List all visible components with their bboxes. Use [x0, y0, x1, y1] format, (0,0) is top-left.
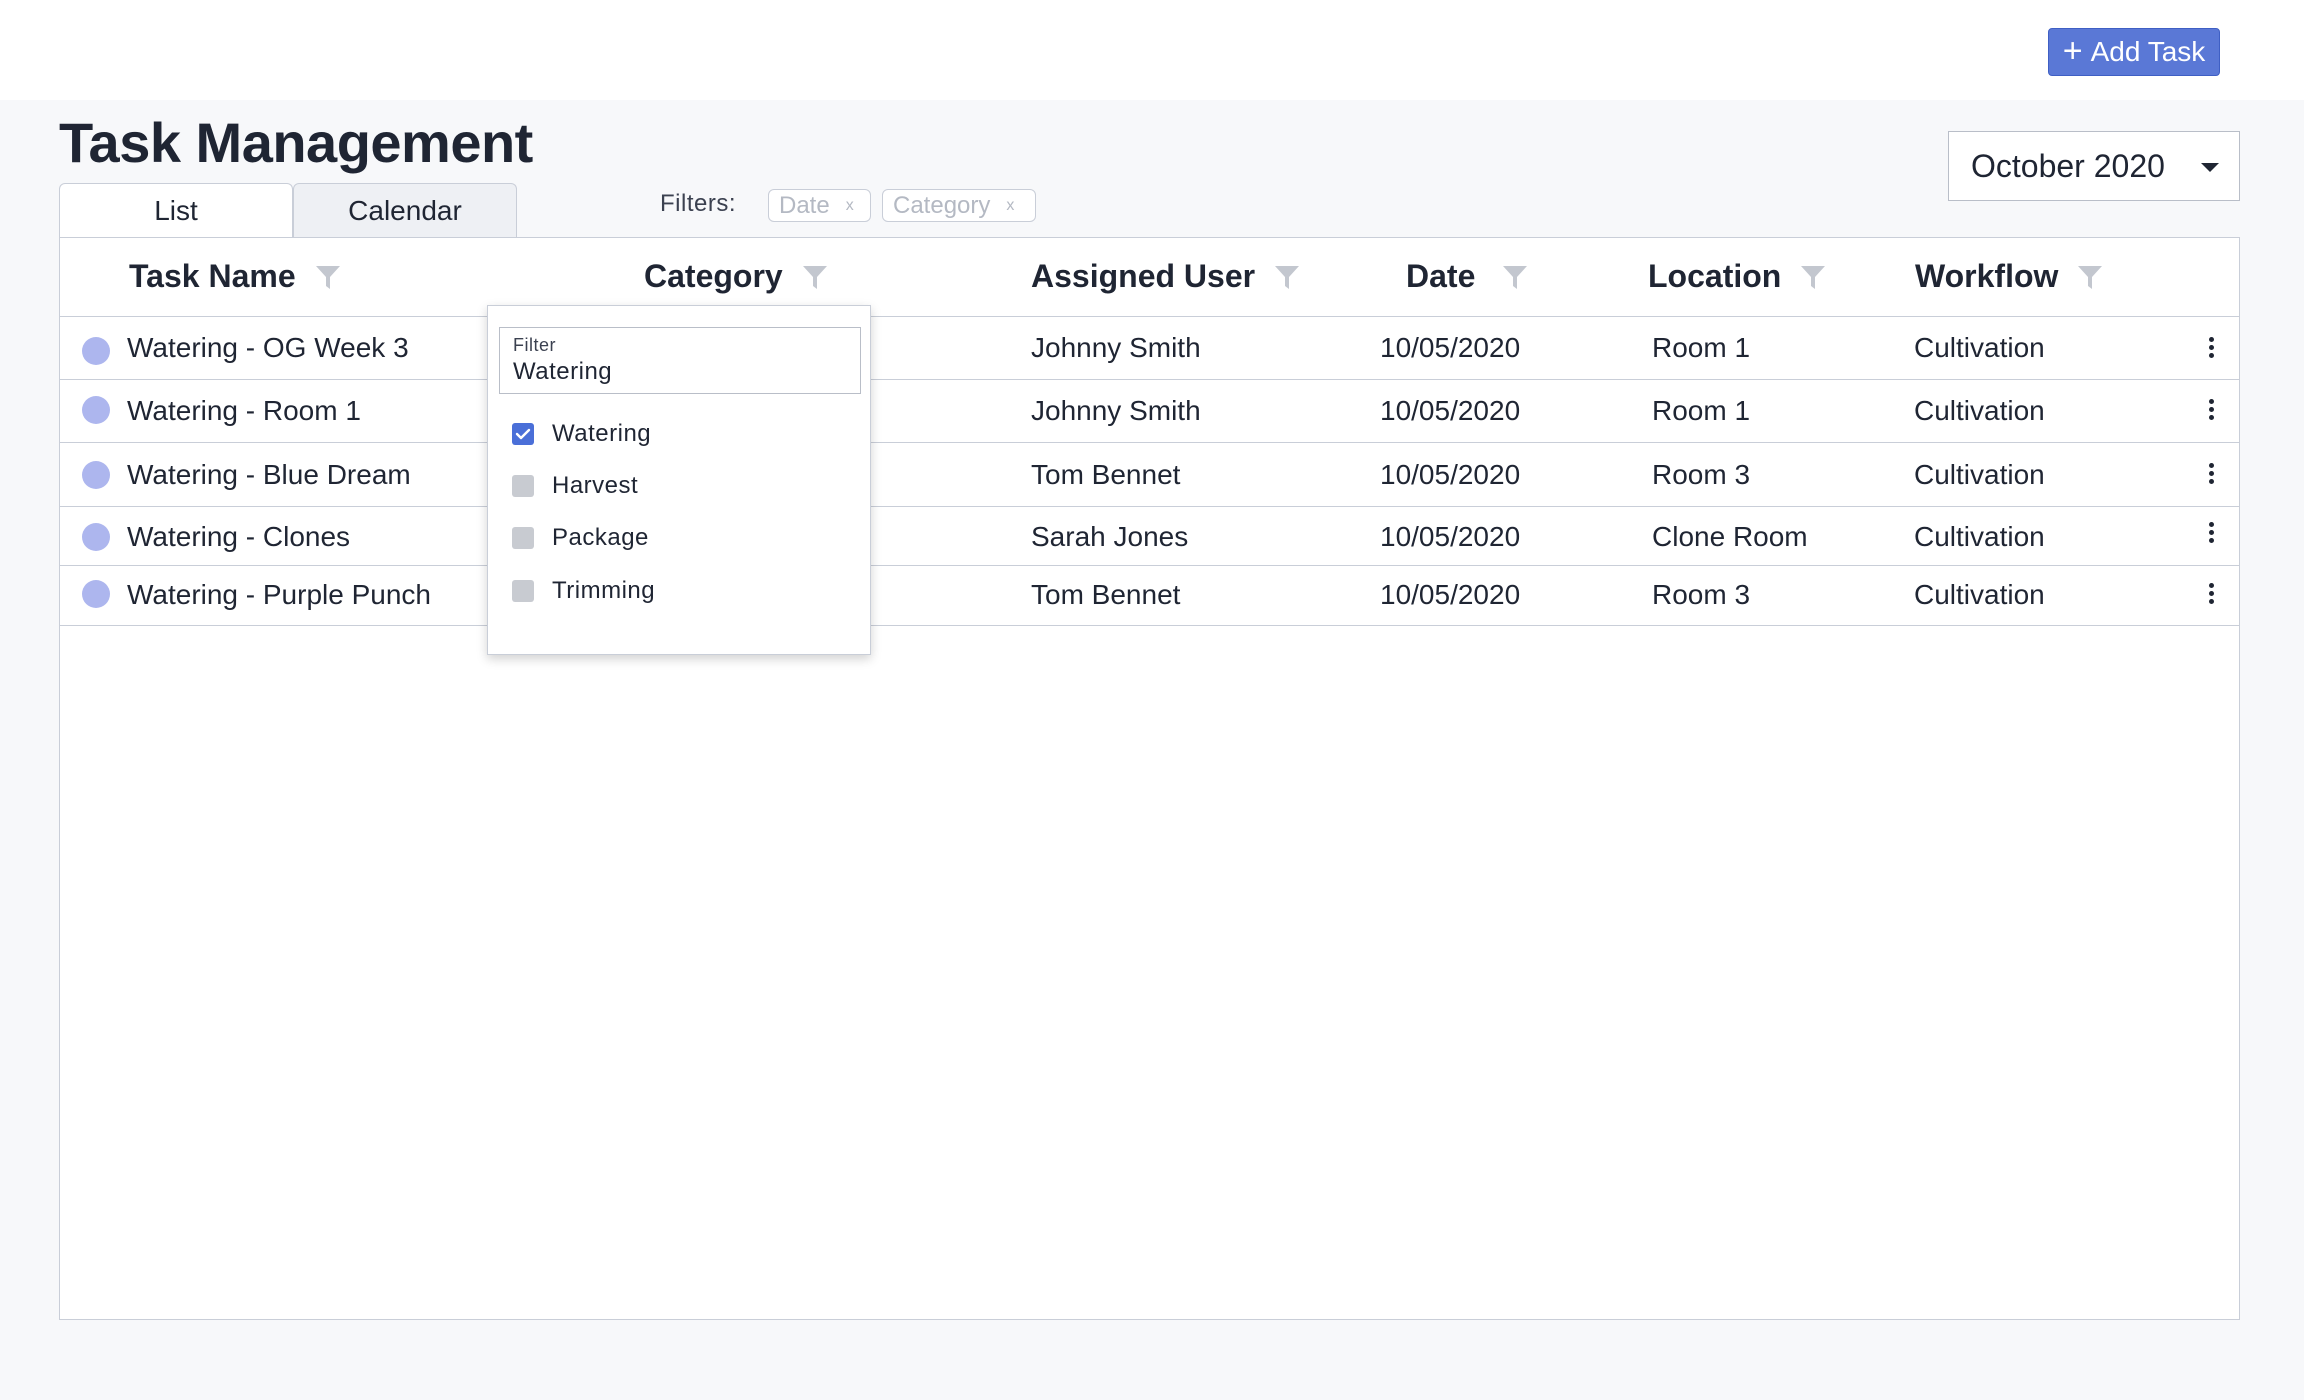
column-header-label: Assigned User — [1031, 258, 1256, 294]
month-select[interactable]: October 2020 — [1948, 131, 2240, 201]
checkbox[interactable] — [512, 580, 534, 602]
check-icon — [515, 428, 531, 440]
category-option-watering[interactable]: Watering — [512, 420, 651, 448]
assigned-user-cell: Johnny Smith — [1031, 395, 1201, 426]
column-header-label: Task Name — [129, 258, 296, 294]
chevron-down-icon — [2201, 163, 2219, 172]
table-row[interactable]: Watering - Room 1 Johnny Smith 10/05/202… — [60, 380, 2239, 443]
category-option-label: Package — [552, 524, 649, 551]
location-cell: Room 3 — [1652, 459, 1751, 490]
category-filter-label: Filter — [513, 335, 556, 355]
filter-icon[interactable] — [314, 263, 342, 291]
task-name-cell: Watering - OG Week 3 — [127, 332, 409, 363]
location-cell: Room 3 — [1652, 579, 1751, 610]
task-name-cell: Watering - Blue Dream — [127, 459, 411, 490]
status-dot — [82, 337, 110, 365]
task-name-cell: Watering - Purple Punch — [127, 579, 431, 610]
assigned-user-cell: Johnny Smith — [1031, 332, 1201, 363]
table-row[interactable]: Watering - Purple Punch Tom Bennet 10/05… — [60, 566, 2239, 626]
more-options-icon[interactable] — [2201, 580, 2221, 610]
checkbox[interactable] — [512, 527, 534, 549]
category-filter-field[interactable]: Filter — [499, 327, 861, 394]
add-task-button[interactable]: + Add Task — [2048, 28, 2220, 76]
checkbox-checked[interactable] — [512, 423, 534, 445]
status-dot — [82, 396, 110, 424]
category-option-harvest[interactable]: Harvest — [512, 472, 638, 500]
column-header-task-name: Task Name — [129, 258, 342, 295]
filter-chip-date[interactable]: Date x — [768, 189, 871, 222]
category-option-label: Trimming — [552, 577, 656, 604]
category-filter-input[interactable] — [513, 358, 843, 386]
workflow-cell: Cultivation — [1914, 395, 2045, 426]
table-header: Task Name Category Assigned User Date Lo… — [60, 238, 2239, 317]
column-header-label: Category — [644, 258, 783, 294]
month-select-value: October 2020 — [1971, 147, 2165, 184]
status-dot — [82, 523, 110, 551]
workflow-cell: Cultivation — [1914, 459, 2045, 490]
close-icon[interactable]: x — [846, 197, 854, 215]
column-header-assigned-user: Assigned User — [1031, 258, 1301, 295]
column-header-label: Location — [1648, 258, 1782, 294]
category-option-trimming[interactable]: Trimming — [512, 577, 655, 605]
column-header-date: Date — [1406, 258, 1529, 295]
column-header-location: Location — [1648, 258, 1827, 295]
status-dot — [82, 580, 110, 608]
date-cell: 10/05/2020 — [1380, 579, 1521, 610]
tab-calendar[interactable]: Calendar — [293, 183, 517, 237]
status-dot — [82, 461, 110, 489]
page-title: Task Management — [59, 111, 533, 174]
assigned-user-cell: Tom Bennet — [1031, 579, 1181, 610]
tab-list[interactable]: List — [59, 183, 293, 237]
table-row[interactable]: Watering - Clones Sarah Jones 10/05/2020… — [60, 507, 2239, 566]
category-filter-dropdown: Filter Watering Harvest Package Trimming — [487, 305, 871, 655]
filters-label: Filters: — [660, 190, 736, 217]
filter-chip-label: Category — [893, 191, 991, 219]
top-bar: + Add Task — [0, 0, 2304, 100]
category-option-label: Watering — [552, 420, 652, 447]
more-options-icon[interactable] — [2201, 519, 2221, 549]
checkbox[interactable] — [512, 475, 534, 497]
filter-chip-category[interactable]: Category x — [882, 189, 1036, 222]
filter-icon[interactable] — [2076, 263, 2104, 291]
task-table: Task Name Category Assigned User Date Lo… — [59, 237, 2240, 1320]
more-options-icon[interactable] — [2201, 396, 2221, 426]
location-cell: Clone Room — [1652, 521, 1808, 552]
close-icon[interactable]: x — [1006, 197, 1014, 215]
date-cell: 10/05/2020 — [1380, 332, 1521, 363]
date-cell: 10/05/2020 — [1380, 395, 1521, 426]
more-options-icon[interactable] — [2201, 334, 2221, 364]
table-row[interactable]: Watering - Blue Dream Tom Bennet 10/05/2… — [60, 443, 2239, 507]
filter-icon[interactable] — [801, 263, 829, 291]
filter-icon[interactable] — [1501, 263, 1529, 291]
location-cell: Room 1 — [1652, 332, 1751, 363]
column-header-category: Category — [644, 258, 829, 295]
assigned-user-cell: Tom Bennet — [1031, 459, 1181, 490]
date-cell: 10/05/2020 — [1380, 459, 1521, 490]
table-row[interactable]: Watering - OG Week 3 Johnny Smith 10/05/… — [60, 317, 2239, 380]
add-task-label: Add Task — [2090, 36, 2206, 67]
filter-chip-label: Date — [779, 191, 830, 219]
workflow-cell: Cultivation — [1914, 332, 2045, 363]
column-header-label: Date — [1406, 258, 1476, 294]
column-header-label: Workflow — [1915, 258, 2059, 294]
filter-icon[interactable] — [1799, 263, 1827, 291]
workflow-cell: Cultivation — [1914, 521, 2045, 552]
task-name-cell: Watering - Room 1 — [127, 395, 361, 426]
view-tabs: List Calendar — [59, 183, 517, 237]
column-header-workflow: Workflow — [1915, 258, 2104, 295]
workflow-cell: Cultivation — [1914, 579, 2045, 610]
plus-icon: + — [2062, 31, 2083, 70]
task-name-cell: Watering - Clones — [127, 521, 351, 552]
category-option-label: Harvest — [552, 472, 639, 499]
filter-icon[interactable] — [1273, 263, 1301, 291]
more-options-icon[interactable] — [2201, 460, 2221, 490]
category-option-package[interactable]: Package — [512, 524, 649, 552]
location-cell: Room 1 — [1652, 395, 1751, 426]
date-cell: 10/05/2020 — [1380, 521, 1521, 552]
assigned-user-cell: Sarah Jones — [1031, 521, 1189, 552]
